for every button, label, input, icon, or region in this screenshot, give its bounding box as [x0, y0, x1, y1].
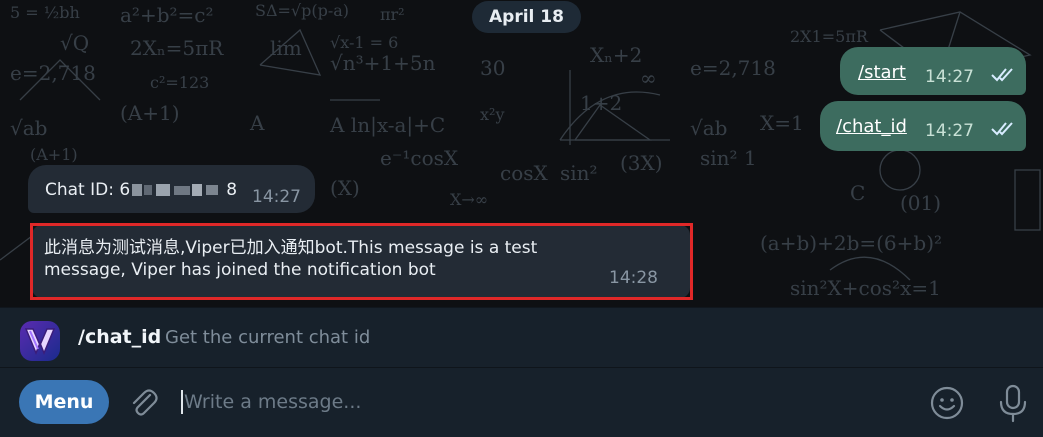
- svg-text:X→∞: X→∞: [450, 190, 488, 209]
- message-input[interactable]: [184, 388, 884, 416]
- svg-text:2X1=5πR: 2X1=5πR: [790, 27, 869, 46]
- svg-text:sin²X+cos²x=1: sin²X+cos²x=1: [790, 276, 941, 300]
- command-link-chat-id[interactable]: /chat_id: [836, 116, 907, 137]
- command-link-start[interactable]: /start: [858, 62, 906, 83]
- svg-text:a²+b²=c²: a²+b²=c²: [120, 3, 214, 27]
- svg-text:(X): (X): [330, 176, 360, 200]
- svg-text:c²=123: c²=123: [150, 73, 209, 92]
- message-time: 14:27: [925, 67, 974, 87]
- svg-text:√Q: √Q: [60, 31, 89, 55]
- svg-text:sin²: sin²: [560, 161, 598, 185]
- svg-text:(3X): (3X): [620, 151, 663, 175]
- svg-text:2Xₙ=5πR: 2Xₙ=5πR: [130, 36, 224, 60]
- text-cursor: [181, 390, 183, 414]
- double-check-icon: [991, 122, 1013, 136]
- svg-text:A: A: [249, 111, 265, 135]
- svg-text:√x-1 = 6: √x-1 = 6: [330, 33, 398, 52]
- outgoing-message-chat-id[interactable]: /chat_id 14:27: [820, 101, 1026, 151]
- svg-text:(01): (01): [900, 191, 941, 215]
- svg-text:e=2,718: e=2,718: [690, 56, 776, 80]
- highlight-box: [30, 223, 693, 300]
- chat-id-text: Chat ID: 6 8: [45, 180, 237, 200]
- svg-text:Xₙ+2: Xₙ+2: [590, 43, 642, 67]
- svg-text:C: C: [850, 181, 865, 205]
- svg-text:∞: ∞: [640, 66, 657, 90]
- incoming-message-chat-id[interactable]: Chat ID: 6 8 14:27: [28, 165, 315, 213]
- date-separator: April 18: [472, 1, 581, 33]
- outgoing-message-start[interactable]: /start 14:27: [840, 47, 1026, 95]
- svg-text:5 = ½bh: 5 = ½bh: [10, 3, 80, 22]
- svg-text:√ab: √ab: [10, 116, 47, 140]
- emoji-icon[interactable]: [929, 385, 965, 421]
- svg-text:X=1: X=1: [760, 111, 804, 135]
- svg-text:e=2,718: e=2,718: [10, 61, 96, 85]
- svg-text:x²y: x²y: [480, 105, 504, 124]
- svg-text:(a+b)+2b=(6+b)²: (a+b)+2b=(6+b)²: [760, 231, 942, 255]
- double-check-icon: [991, 68, 1013, 82]
- bot-avatar: [20, 321, 60, 361]
- svg-text:πr²: πr²: [380, 5, 405, 24]
- chat-id-suffix: 8: [226, 180, 238, 200]
- svg-text:√ab: √ab: [690, 116, 727, 140]
- redacted-chat-id: [130, 182, 226, 198]
- svg-text:sin² 1: sin² 1: [700, 146, 757, 170]
- svg-text:A ln|x-a|+C: A ln|x-a|+C: [329, 113, 445, 138]
- microphone-icon[interactable]: [996, 383, 1030, 423]
- paperclip-icon[interactable]: [127, 386, 159, 420]
- svg-text:(A+1): (A+1): [120, 101, 180, 125]
- svg-text:√n³+1+5n: √n³+1+5n: [330, 51, 436, 75]
- svg-text:e⁻¹cosX: e⁻¹cosX: [380, 146, 459, 170]
- message-time: 14:27: [252, 187, 301, 207]
- svg-text:(A+1): (A+1): [30, 145, 78, 164]
- svg-text:lim: lim: [270, 36, 302, 60]
- svg-text:30: 30: [480, 56, 505, 80]
- chat-area: 5 = ½bh a²+b²=c² SΔ=√p(p-a) πr² √Q 2Xₙ=5…: [0, 0, 1043, 307]
- menu-button[interactable]: Menu: [19, 380, 109, 424]
- chat-id-prefix: Chat ID: 6: [45, 180, 131, 200]
- svg-text:cosX: cosX: [500, 161, 549, 185]
- message-composer: Menu: [0, 367, 1043, 437]
- suggestion-description: Get the current chat id: [165, 327, 371, 348]
- message-time: 14:27: [925, 121, 974, 141]
- svg-text:SΔ=√p(p-a): SΔ=√p(p-a): [255, 1, 349, 20]
- command-suggestion[interactable]: /chat_id Get the current chat id: [0, 307, 1043, 368]
- suggestion-command[interactable]: /chat_id: [78, 326, 161, 348]
- viper-logo-icon: [24, 328, 56, 355]
